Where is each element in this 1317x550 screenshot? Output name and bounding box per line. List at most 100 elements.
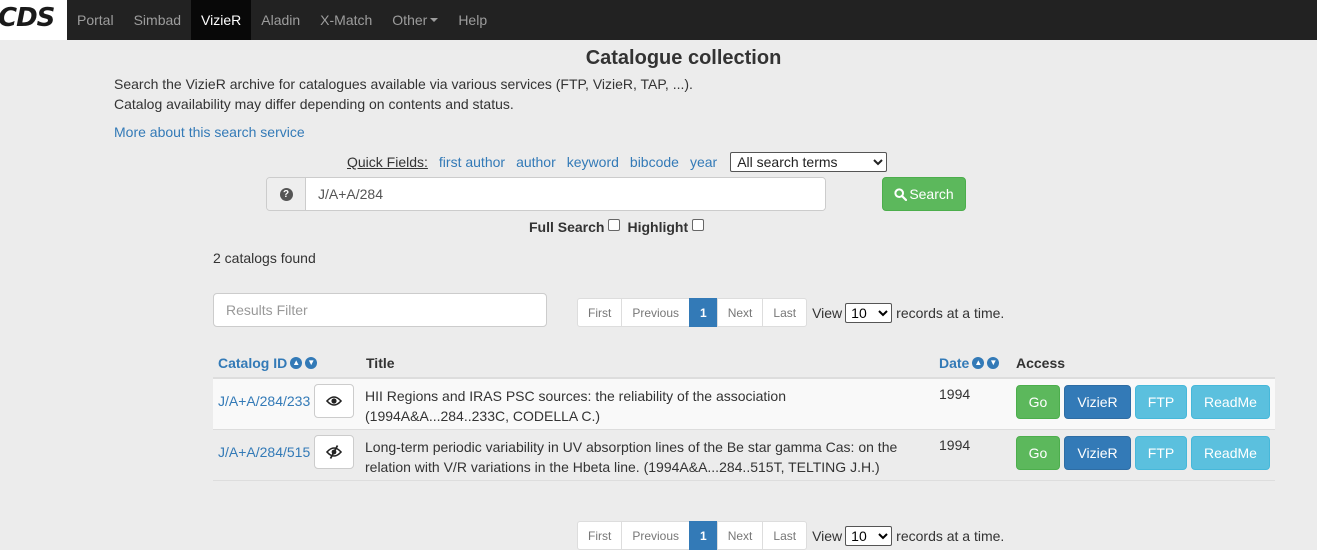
page-current-button[interactable]: 1 <box>689 298 718 327</box>
full-search-checkbox[interactable] <box>608 219 621 231</box>
vizier-button[interactable]: VizieR <box>1064 436 1131 470</box>
table-header: Catalog ID ▲ ▼ Title Date ▲ ▼ Access <box>213 346 1275 379</box>
catalog-title-line: relation with V/R variations in the Hbet… <box>365 459 880 475</box>
table-row: J/A+A/284/515 Long-term periodic variabi… <box>213 430 1275 481</box>
sort-down-icon[interactable]: ▼ <box>305 357 318 369</box>
top-navbar: CDS Portal Simbad VizieR Aladin X-Match … <box>0 0 1317 40</box>
page-first-button[interactable]: First <box>577 298 623 327</box>
table-row: J/A+A/284/233 HII Regions and IRAS PSC s… <box>213 379 1275 430</box>
view-label: View <box>812 304 843 321</box>
page-next-button[interactable]: Next <box>716 521 764 550</box>
intro-text: Search the VizieR archive for catalogues… <box>114 74 693 114</box>
page-last-button[interactable]: Last <box>762 521 808 550</box>
access-buttons: Go VizieR FTP ReadMe <box>1016 436 1270 470</box>
nav-item-other-dropdown[interactable]: Other <box>382 0 448 40</box>
header-access: Access <box>1016 355 1066 371</box>
sort-up-icon[interactable]: ▲ <box>972 357 985 369</box>
nav-item-label: Simbad <box>133 12 182 28</box>
search-button-label: Search <box>909 186 954 202</box>
nav-item-label: Portal <box>77 12 114 28</box>
records-label: records at a time. <box>896 304 1005 321</box>
results-count: 2 catalogs found <box>213 250 316 266</box>
search-icon <box>894 187 908 201</box>
page-next-button[interactable]: Next <box>716 298 764 327</box>
nav-item-portal[interactable]: Portal <box>67 0 124 40</box>
nav-item-aladin[interactable]: Aladin <box>251 0 310 40</box>
nav-item-label: X-Match <box>320 12 373 28</box>
ftp-button[interactable]: FTP <box>1135 436 1187 470</box>
results-table: Catalog ID ▲ ▼ Title Date ▲ ▼ Access J/A… <box>213 346 1275 481</box>
toggle-preview-button[interactable] <box>314 435 354 469</box>
page-current-button[interactable]: 1 <box>689 521 718 550</box>
page-previous-button[interactable]: Previous <box>621 298 691 327</box>
readme-button[interactable]: ReadMe <box>1191 385 1270 419</box>
header-title: Title <box>366 355 395 371</box>
toggle-preview-button[interactable] <box>314 384 354 418</box>
sort-catalog-id-link[interactable]: Catalog ID <box>218 355 287 371</box>
intro-line: Search the VizieR archive for catalogues… <box>114 76 693 92</box>
search-group: ? <box>266 177 826 211</box>
catalog-date: 1994 <box>939 386 971 402</box>
nav-item-xmatch[interactable]: X-Match <box>310 0 382 40</box>
quick-field-bibcode[interactable]: bibcode <box>630 154 679 170</box>
quick-fields-label: Quick Fields: <box>347 154 428 170</box>
sort-date-link[interactable]: Date <box>939 355 969 371</box>
quick-fields: Quick Fields: first author author keywor… <box>347 152 888 172</box>
go-button[interactable]: Go <box>1016 385 1060 419</box>
highlight-label: Highlight <box>627 219 689 235</box>
eye-slash-icon <box>326 445 342 459</box>
search-button[interactable]: Search <box>882 177 966 211</box>
nav-item-label: Other <box>392 12 428 28</box>
nav-item-label: Aladin <box>261 12 301 28</box>
view-label: View <box>812 527 843 544</box>
ftp-button[interactable]: FTP <box>1135 385 1187 419</box>
search-input[interactable] <box>306 178 825 210</box>
quick-field-year[interactable]: year <box>690 154 717 170</box>
results-filter-input[interactable] <box>213 293 547 327</box>
catalog-title-line: Long-term periodic variability in UV abs… <box>365 439 898 455</box>
catalog-title-line: HII Regions and IRAS PSC sources: the re… <box>365 388 786 404</box>
catalog-id-link[interactable]: J/A+A/284/233 <box>218 393 310 409</box>
quick-field-keyword[interactable]: keyword <box>567 154 619 170</box>
go-button[interactable]: Go <box>1016 436 1060 470</box>
search-options: Full Search Highlight <box>529 219 708 235</box>
catalog-title: Long-term periodic variability in UV abs… <box>365 437 925 477</box>
intro-line: Catalog availability may differ dependin… <box>114 96 514 112</box>
pagination-bottom: First Previous 1 Next Last View 10 recor… <box>577 521 1004 550</box>
header-catalog-id: Catalog ID ▲ ▼ <box>218 355 318 371</box>
catalog-title-line: (1994A&A...284..233C, CODELLA C.) <box>365 408 601 424</box>
eye-icon <box>326 396 342 406</box>
more-about-search-link[interactable]: More about this search service <box>114 124 305 140</box>
question-circle-icon: ? <box>279 187 293 201</box>
cds-logo[interactable]: CDS <box>0 0 67 40</box>
pagination-top: First Previous 1 Next Last View 10 recor… <box>577 298 1004 327</box>
quick-field-first-author[interactable]: first author <box>439 154 505 170</box>
records-per-page-select[interactable]: 10 <box>845 525 893 546</box>
records-per-page-select[interactable]: 10 <box>845 302 893 323</box>
header-date: Date ▲ ▼ <box>939 355 1000 371</box>
sort-down-icon[interactable]: ▼ <box>987 357 1000 369</box>
caret-down-icon <box>430 18 439 22</box>
access-buttons: Go VizieR FTP ReadMe <box>1016 385 1270 419</box>
page-previous-button[interactable]: Previous <box>621 521 691 550</box>
highlight-checkbox[interactable] <box>692 219 705 231</box>
records-label: records at a time. <box>896 527 1005 544</box>
catalog-title: HII Regions and IRAS PSC sources: the re… <box>365 386 925 426</box>
catalog-id-link[interactable]: J/A+A/284/515 <box>218 444 310 460</box>
search-help-addon[interactable]: ? <box>267 178 306 210</box>
nav-item-help[interactable]: Help <box>448 0 497 40</box>
nav-item-simbad[interactable]: Simbad <box>124 0 191 40</box>
readme-button[interactable]: ReadMe <box>1191 436 1270 470</box>
nav-item-label: VizieR <box>201 12 242 28</box>
cds-logo-text: CDS <box>0 3 55 33</box>
nav-item-vizier[interactable]: VizieR <box>191 0 252 40</box>
quick-field-author[interactable]: author <box>516 154 556 170</box>
sort-up-icon[interactable]: ▲ <box>290 357 303 369</box>
search-terms-select[interactable]: All search terms <box>730 152 888 172</box>
nav-item-label: Help <box>458 12 488 28</box>
page-title: Catalogue collection <box>585 47 782 69</box>
page-first-button[interactable]: First <box>577 521 623 550</box>
catalog-date: 1994 <box>939 437 971 453</box>
vizier-button[interactable]: VizieR <box>1064 385 1131 419</box>
page-last-button[interactable]: Last <box>762 298 808 327</box>
